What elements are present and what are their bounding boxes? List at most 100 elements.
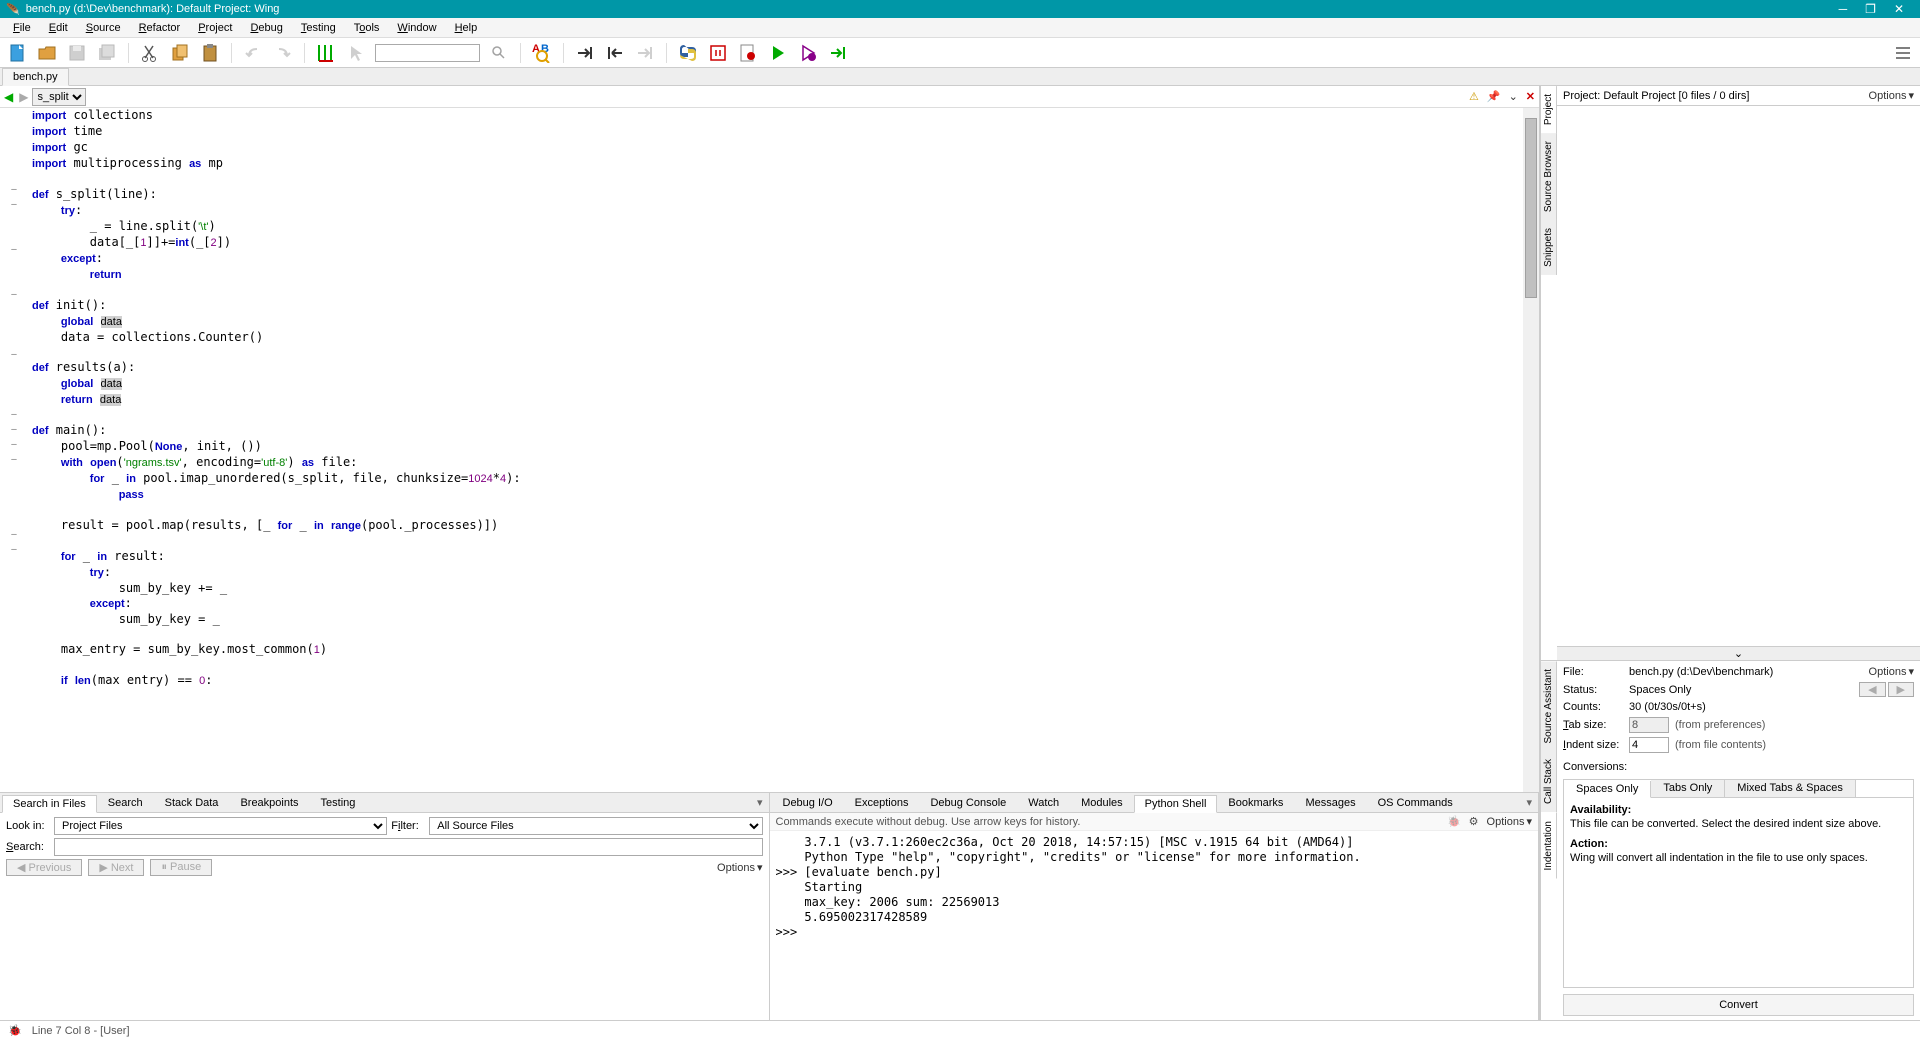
menu-window[interactable]: Window (390, 20, 443, 36)
editor-header: ◀ ▶ s_split ⚠ 📌 ⌄ ✕ (0, 86, 1539, 108)
python-icon[interactable] (677, 42, 699, 64)
indent-guides-icon[interactable] (315, 42, 337, 64)
tab-debug-io[interactable]: Debug I/O (772, 794, 844, 812)
copy-icon[interactable] (169, 42, 191, 64)
tab-bookmarks[interactable]: Bookmarks (1217, 794, 1294, 812)
availability-text: This file can be converted. Select the d… (1570, 818, 1907, 830)
cursor-icon[interactable] (345, 42, 367, 64)
tab-testing[interactable]: Testing (310, 794, 367, 812)
side-tab-indentation[interactable]: Indentation (1541, 813, 1557, 879)
nav-next-button[interactable]: ▶ (1888, 682, 1914, 697)
close-button[interactable]: ✕ (1894, 2, 1904, 16)
shell-panel: Debug I/O Exceptions Debug Console Watch… (770, 793, 1540, 1020)
panel-collapse-icon-2[interactable]: ▾ (1520, 796, 1538, 809)
bug-status-icon[interactable]: 🐞 (8, 1024, 22, 1037)
tab-search-in-files[interactable]: Search in Files (2, 795, 97, 813)
tabsize-input[interactable] (1629, 717, 1669, 733)
next-button[interactable]: ▶ Next (88, 859, 144, 876)
fold-gutter[interactable]: −−− − − −−−− −− (0, 108, 28, 792)
find-replace-icon[interactable]: AB (531, 42, 553, 64)
menu-tools[interactable]: Tools (347, 20, 387, 36)
tab-search[interactable]: Search (97, 794, 154, 812)
previous-button[interactable]: ◀ Previous (6, 859, 82, 876)
search-input[interactable] (54, 838, 763, 856)
tab-messages[interactable]: Messages (1294, 794, 1366, 812)
convert-button[interactable]: Convert (1563, 994, 1914, 1016)
maximize-button[interactable]: ❐ (1865, 2, 1876, 16)
indent-input[interactable] (1629, 737, 1669, 753)
menu-project[interactable]: Project (191, 20, 239, 36)
tab-stack-data[interactable]: Stack Data (154, 794, 230, 812)
side-tab-source-browser[interactable]: Source Browser (1541, 133, 1557, 220)
save-all-icon[interactable] (96, 42, 118, 64)
tab-python-shell[interactable]: Python Shell (1134, 795, 1218, 813)
chevron-down-icon[interactable]: ⌄ (1509, 90, 1518, 103)
step-into-icon[interactable] (574, 42, 596, 64)
menu-debug[interactable]: Debug (243, 20, 289, 36)
save-icon[interactable] (66, 42, 88, 64)
look-in-select[interactable]: Project Files (54, 817, 387, 835)
menu-refactor[interactable]: Refactor (132, 20, 188, 36)
code-editor[interactable]: −−− − − −−−− −− import collections impor… (0, 108, 1539, 792)
nav-forward-icon[interactable]: ▶ (19, 90, 28, 104)
symbol-selector[interactable]: s_split (32, 88, 86, 106)
filter-select[interactable]: All Source Files (429, 817, 762, 835)
project-options-link[interactable]: Options ▾ (1869, 89, 1914, 102)
project-tree[interactable] (1557, 106, 1920, 646)
paste-icon[interactable] (199, 42, 221, 64)
action-text: Wing will convert all indentation in the… (1570, 852, 1907, 864)
run-icon[interactable] (767, 42, 789, 64)
close-editor-icon[interactable]: ✕ (1526, 90, 1535, 103)
shell-options-link[interactable]: Options ▾ (1487, 815, 1532, 828)
debug-icon[interactable] (797, 42, 819, 64)
hamburger-icon[interactable] (1892, 42, 1914, 64)
side-tab-call-stack[interactable]: Call Stack (1541, 751, 1557, 812)
indent-options-link[interactable]: Options ▾ (1869, 665, 1914, 678)
minimize-button[interactable]: ─ (1839, 2, 1848, 16)
bug-icon[interactable]: 🐞 (1447, 815, 1461, 828)
nav-back-icon[interactable]: ◀ (4, 90, 13, 104)
warning-icon[interactable]: ⚠ (1469, 90, 1479, 103)
pause-button[interactable]: ⏸ Pause (150, 859, 212, 876)
new-file-icon[interactable] (6, 42, 28, 64)
step-over-icon[interactable] (634, 42, 656, 64)
nav-prev-button[interactable]: ◀ (1859, 682, 1885, 697)
tab-exceptions[interactable]: Exceptions (844, 794, 920, 812)
breakpoint-icon[interactable] (737, 42, 759, 64)
toolbar-search-input[interactable] (375, 44, 480, 62)
search-options-link[interactable]: Options ▾ (717, 861, 762, 874)
undo-icon[interactable] (242, 42, 264, 64)
menu-source[interactable]: Source (79, 20, 128, 36)
menu-testing[interactable]: Testing (294, 20, 343, 36)
conv-tab-mixed[interactable]: Mixed Tabs & Spaces (1725, 780, 1856, 797)
editor-scrollbar[interactable] (1523, 108, 1539, 792)
menu-help[interactable]: Help (448, 20, 485, 36)
status-label: Status: (1563, 684, 1623, 696)
step-out-icon[interactable] (604, 42, 626, 64)
search-icon[interactable] (488, 42, 510, 64)
open-file-icon[interactable] (36, 42, 58, 64)
python-shell[interactable]: 3.7.1 (v3.7.1:260ec2c36a, Oct 20 2018, 1… (770, 831, 1539, 1020)
menu-edit[interactable]: Edit (42, 20, 75, 36)
tab-breakpoints[interactable]: Breakpoints (229, 794, 309, 812)
debug-config-icon[interactable] (707, 42, 729, 64)
panel-collapse-icon[interactable]: ▾ (751, 796, 769, 809)
redo-icon[interactable] (272, 42, 294, 64)
file-tab[interactable]: bench.py (2, 68, 69, 86)
step-to-cursor-icon[interactable] (827, 42, 849, 64)
tab-debug-console[interactable]: Debug Console (919, 794, 1017, 812)
side-tab-snippets[interactable]: Snippets (1541, 220, 1557, 275)
panel-collapse-handle[interactable]: ⌄ (1557, 646, 1920, 660)
tab-watch[interactable]: Watch (1017, 794, 1070, 812)
tab-modules[interactable]: Modules (1070, 794, 1134, 812)
side-tab-project[interactable]: Project (1541, 86, 1557, 133)
tab-os-commands[interactable]: OS Commands (1367, 794, 1464, 812)
side-tab-source-assistant[interactable]: Source Assistant (1541, 661, 1557, 751)
menu-file[interactable]: File (6, 20, 38, 36)
cut-icon[interactable] (139, 42, 161, 64)
pin-icon[interactable]: 📌 (1487, 90, 1501, 103)
tabsize-note: (from preferences) (1675, 719, 1765, 731)
conv-tab-spaces[interactable]: Spaces Only (1564, 781, 1651, 798)
settings-icon[interactable]: ⚙ (1469, 815, 1479, 828)
conv-tab-tabs[interactable]: Tabs Only (1651, 780, 1725, 797)
